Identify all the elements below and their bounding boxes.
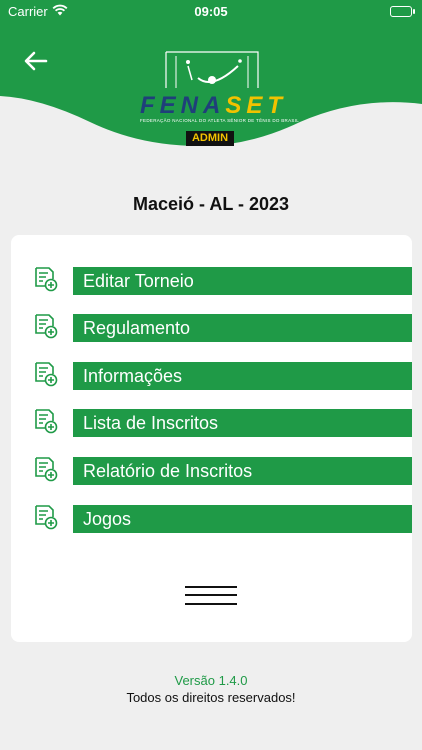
menu-item-jogos[interactable]: Jogos [11, 503, 412, 533]
arrow-left-icon [24, 51, 48, 71]
menu-item-label: Lista de Inscritos [73, 409, 412, 437]
status-bar: Carrier 09:05 [0, 0, 422, 24]
battery-icon [390, 6, 415, 17]
menu-item-informacoes[interactable]: Informações [11, 360, 412, 390]
footer: Versão 1.4.0 Todos os direitos reservado… [0, 673, 422, 705]
document-add-icon [35, 362, 58, 387]
admin-badge: ADMIN [186, 131, 234, 146]
menu-item-editar-torneio[interactable]: Editar Torneio [11, 265, 412, 295]
back-button[interactable] [18, 46, 54, 76]
document-add-icon [35, 409, 58, 434]
menu-item-lista-de-inscritos[interactable]: Lista de Inscritos [11, 407, 412, 437]
logo-subtitle: FEDERAÇÃO NACIONAL DO ATLETA SÊNIOR DE T… [140, 118, 300, 123]
menu-item-label: Informações [73, 362, 412, 390]
menu-item-label: Editar Torneio [73, 267, 412, 295]
logo-wordmark: FENASET [140, 92, 288, 119]
tennis-court-logo-icon [165, 51, 259, 88]
clock: 09:05 [194, 4, 228, 19]
copyright-text: Todos os direitos reservados! [126, 690, 296, 705]
document-add-icon [35, 457, 58, 482]
app-version: Versão 1.4.0 [174, 673, 248, 688]
menu-item-relatorio-de-inscritos[interactable]: Relatório de Inscritos [11, 455, 412, 485]
menu-item-label: Regulamento [73, 314, 412, 342]
fenaset-logo: FENASET FEDERAÇÃO NACIONAL DO ATLETA SÊN… [140, 50, 300, 148]
menu-item-label: Relatório de Inscritos [73, 457, 412, 485]
menu-item-regulamento[interactable]: Regulamento [11, 312, 412, 342]
header: FENASET FEDERAÇÃO NACIONAL DO ATLETA SÊN… [0, 24, 422, 154]
hamburger-menu-icon[interactable] [185, 584, 237, 608]
document-add-icon [35, 314, 58, 339]
menu-item-label: Jogos [73, 505, 412, 533]
document-add-icon [35, 267, 58, 292]
event-title: Maceió - AL - 2023 [132, 194, 290, 214]
document-add-icon [35, 505, 58, 530]
menu-card: Editar Torneio Regulamento Informações L… [11, 235, 412, 642]
